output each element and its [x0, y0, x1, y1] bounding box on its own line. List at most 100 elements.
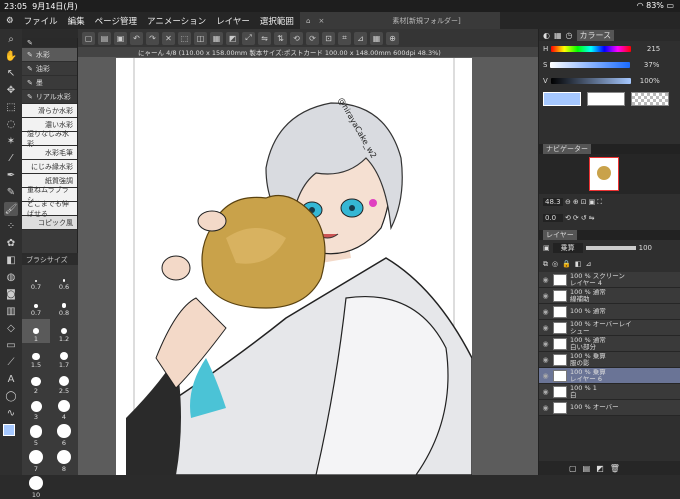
redo-icon[interactable]: ↷ — [146, 31, 159, 45]
clear-icon[interactable]: ✕ — [162, 31, 175, 45]
selection-tool-icon[interactable]: ⬚ — [4, 100, 18, 114]
rotate-right-nav-icon[interactable]: ⟳ — [573, 214, 579, 222]
brush-size-option[interactable]: 1 — [22, 319, 50, 343]
brush-size-option[interactable]: 5 — [22, 423, 50, 447]
color-history-icon[interactable]: ◷ — [566, 31, 573, 40]
layer-row[interactable]: ◉ 100 % スクリーン レイヤー 4 — [539, 272, 680, 288]
fill-icon[interactable]: ◩ — [226, 31, 239, 45]
hand-tool-icon[interactable]: ✋ — [4, 49, 18, 63]
brush-size-option[interactable]: 6 — [50, 423, 78, 447]
eye-icon[interactable]: ◉ — [541, 308, 550, 316]
layer-row[interactable]: ◉ 100 % オーバーレイ シュー — [539, 320, 680, 336]
blend-tool-icon[interactable]: ◍ — [4, 270, 18, 284]
layer-row[interactable]: ◉ 100 % 1白 — [539, 384, 680, 400]
blend-mode-select[interactable]: 乗算 — [552, 243, 583, 253]
open-file-icon[interactable]: ▤ — [98, 31, 111, 45]
opacity-slider[interactable] — [585, 246, 636, 250]
magic-wand-icon[interactable]: ✶ — [4, 134, 18, 148]
main-color-swatch[interactable] — [3, 424, 15, 436]
transparent-color-box[interactable] — [631, 92, 669, 106]
brush-size-option[interactable]: 7 — [22, 449, 50, 473]
menu-animation[interactable]: アニメーション — [147, 15, 206, 27]
opacity-value[interactable]: 100 — [639, 244, 652, 252]
new-folder-icon[interactable]: ▤ — [583, 464, 591, 473]
saturation-slider[interactable] — [550, 62, 631, 68]
canvas-page[interactable]: @hirayaCake_w2 — [116, 58, 473, 476]
layer-row[interactable]: ◉ 100 % 乗算 レイヤー 6 — [539, 368, 680, 384]
color-set-icon[interactable]: ▦ — [554, 31, 562, 40]
flip-vertical-icon[interactable]: ⇅ — [274, 31, 287, 45]
lasso-icon[interactable]: ◌ — [4, 117, 18, 131]
clip-icon[interactable]: ⧉ — [543, 260, 548, 269]
fullscreen-icon[interactable]: ⛶ — [597, 198, 602, 207]
new-file-icon[interactable]: ▢ — [82, 31, 95, 45]
brush-size-option[interactable]: 0.7 — [22, 267, 50, 291]
fit-icon[interactable]: ⊡ — [581, 198, 587, 206]
subtool-watercolor[interactable]: ✎ 水彩 — [22, 48, 77, 62]
brush-size-option[interactable]: 1.7 — [50, 345, 78, 369]
eraser-icon[interactable]: ◧ — [4, 253, 18, 267]
actual-size-icon[interactable]: ▣ — [589, 198, 596, 206]
correct-line-icon[interactable]: ∿ — [4, 406, 18, 420]
brush-size-option[interactable]: 4 — [50, 397, 78, 421]
gradient-icon[interactable]: ▥ — [4, 304, 18, 318]
brush-size-option[interactable]: 10 — [22, 475, 50, 499]
deselect-icon[interactable]: ⬚ — [178, 31, 191, 45]
saturation-value[interactable]: 37% — [633, 61, 660, 69]
brush-tool-icon[interactable]: 🖌 — [4, 202, 18, 216]
layer-row[interactable]: ◉ 100 % オーバー — [539, 400, 680, 416]
invert-selection-icon[interactable]: ◫ — [194, 31, 207, 45]
layer-property-icon[interactable]: ▣ — [543, 244, 550, 252]
value-value[interactable]: 100% — [634, 77, 660, 85]
material-folder-tab[interactable]: 素材[新規フォルダー] — [392, 16, 460, 26]
airbrush-icon[interactable]: ⁘ — [4, 219, 18, 233]
pen-tool-icon[interactable]: ✒ — [4, 168, 18, 182]
decoration-icon[interactable]: ✿ — [4, 236, 18, 250]
reset-view-icon[interactable]: ⊡ — [322, 31, 335, 45]
close-tab-icon[interactable]: × — [318, 17, 324, 25]
balloon-icon[interactable]: ◯ — [4, 389, 18, 403]
zoom-value[interactable]: 48.3 — [543, 198, 563, 206]
brush-size-option[interactable]: 1.2 — [50, 319, 78, 343]
brush-size-option[interactable]: 0.6 — [50, 267, 78, 291]
grid-icon[interactable]: ▦ — [370, 31, 383, 45]
brush-size-option[interactable]: 0.8 — [50, 293, 78, 317]
menu-selection[interactable]: 選択範囲 — [260, 15, 294, 27]
fill-tool-icon[interactable]: ◙ — [4, 287, 18, 301]
mask-icon[interactable]: ◧ — [575, 260, 582, 268]
eye-icon[interactable]: ◉ — [541, 388, 550, 396]
ruler-tool-icon[interactable]: ⟋ — [4, 355, 18, 369]
zoom-icon[interactable]: ⊕ — [386, 31, 399, 45]
new-layer-icon[interactable]: ▢ — [569, 464, 577, 473]
eye-icon[interactable]: ◉ — [541, 372, 550, 380]
subtool-real-watercolor[interactable]: ✎ リアル水彩 — [22, 90, 77, 104]
rotate-right-icon[interactable]: ⟳ — [306, 31, 319, 45]
layer-row[interactable]: ◉ 100 % 通常 白い部分 — [539, 336, 680, 352]
rotate-left-nav-icon[interactable]: ⟲ — [565, 214, 571, 222]
brush-smooth-watercolor[interactable]: 滑らか水彩 — [22, 104, 77, 118]
brush-size-option[interactable]: 1.5 — [22, 345, 50, 369]
eye-icon[interactable]: ◉ — [541, 324, 550, 332]
brush-size-option[interactable]: 8 — [50, 449, 78, 473]
main-color-box[interactable] — [543, 92, 581, 106]
save-icon[interactable]: ▣ — [114, 31, 127, 45]
brush-endless-stretch[interactable]: どこまでも伸ばせる — [22, 200, 77, 218]
pencil-tool-icon[interactable]: ✎ — [4, 185, 18, 199]
color-wheel-icon[interactable]: ◐ — [543, 31, 550, 40]
brush-wet-blend[interactable]: 湿りなじみ水彩 — [22, 130, 77, 148]
zoom-out-icon[interactable]: ⊖ — [565, 198, 571, 206]
eye-icon[interactable]: ◉ — [541, 356, 550, 364]
eye-icon[interactable]: ◉ — [541, 404, 550, 412]
zoom-in-icon[interactable]: ⊕ — [573, 198, 579, 206]
navigator-viewport[interactable] — [589, 157, 619, 191]
navigator-preview[interactable] — [539, 154, 680, 194]
hue-value[interactable]: 215 — [634, 45, 660, 53]
subtool-oil[interactable]: ✎ 油彩 — [22, 62, 77, 76]
figure-icon[interactable]: ◇ — [4, 321, 18, 335]
transform-icon[interactable]: ⤢ — [242, 31, 255, 45]
eye-icon[interactable]: ◉ — [541, 340, 550, 348]
layer-row[interactable]: ◉ 100 % 乗算 服の影 — [539, 352, 680, 368]
brush-size-option[interactable]: 0.7 — [22, 293, 50, 317]
menu-file[interactable]: ファイル — [24, 15, 58, 27]
move-layer-icon[interactable]: ✥ — [4, 83, 18, 97]
